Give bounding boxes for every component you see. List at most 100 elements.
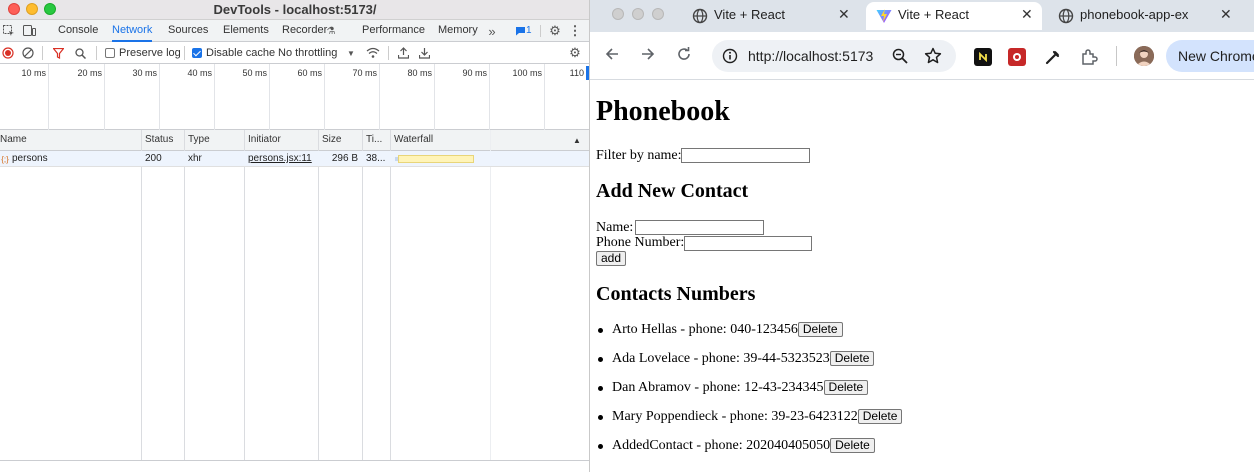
tab-performance[interactable]: Performance	[362, 20, 425, 42]
new-chrome-label: New Chrome	[1178, 48, 1254, 64]
tab-elements[interactable]: Elements	[223, 20, 269, 42]
browser-tab-strip: Vite + React ✕ Vite + React ✕ phonebook-…	[590, 0, 1254, 32]
browser-tab-title: Vite + React	[714, 7, 785, 22]
clear-icon[interactable]	[22, 47, 34, 59]
table-row[interactable]: {;} persons 200 xhr persons.jsx:11 296 B…	[0, 151, 589, 167]
column-status[interactable]: Status	[141, 130, 184, 151]
zoom-icon[interactable]	[892, 48, 908, 64]
list-item: Arto Hellas - phone: 040-123456 Delete	[598, 322, 843, 338]
network-overview-timeline[interactable]: 10 ms 20 ms 30 ms 40 ms 50 ms 60 ms 70 m…	[0, 64, 589, 130]
filter-icon[interactable]	[52, 47, 64, 59]
column-size[interactable]: Size	[318, 130, 362, 151]
preserve-log-checkbox[interactable]	[105, 48, 115, 58]
chevron-down-icon[interactable]: ▼	[346, 48, 356, 58]
gear-icon[interactable]: ⚙	[548, 23, 562, 38]
column-name[interactable]: Name	[0, 130, 140, 151]
filter-input[interactable]	[681, 148, 810, 163]
issues-count[interactable]: 1	[526, 20, 532, 42]
close-tab-icon[interactable]: ✕	[1021, 6, 1033, 23]
inspect-element-icon[interactable]	[2, 24, 16, 38]
new-chrome-button[interactable]: New Chrome	[1166, 40, 1254, 72]
devtools-title: DevTools - localhost:5173/	[213, 2, 377, 17]
timeline-gridline	[269, 64, 270, 130]
column-waterfall[interactable]: Waterfall	[390, 130, 550, 151]
browser-tab-1[interactable]: Vite + React ✕	[682, 2, 860, 30]
disable-cache-label[interactable]: Disable cache	[206, 47, 275, 59]
timeline-gridline	[214, 64, 215, 130]
site-info-icon[interactable]	[722, 48, 738, 64]
preserve-log-label[interactable]: Preserve log	[119, 47, 181, 59]
eyedropper-icon[interactable]	[1044, 48, 1062, 66]
list-item: Dan Abramov - phone: 12-43-234345 Delete	[597, 380, 869, 396]
zoom-window-button[interactable]	[652, 8, 664, 20]
column-time[interactable]: Ti...	[362, 130, 390, 151]
request-time: 38...	[366, 153, 386, 164]
issues-icon[interactable]	[514, 25, 526, 37]
extensions-puzzle-icon[interactable]	[1080, 48, 1098, 66]
delete-button[interactable]: Delete	[797, 322, 843, 338]
extension-n-icon[interactable]	[974, 48, 992, 66]
forward-arrow-icon[interactable]	[640, 46, 656, 67]
browser-toolbar: http://localhost:5173 New Chrome	[590, 32, 1254, 80]
close-window-button[interactable]	[612, 8, 624, 20]
sort-ascending-icon[interactable]: ▲	[572, 135, 582, 145]
bookmark-star-icon[interactable]	[924, 47, 942, 65]
record-icon[interactable]	[2, 47, 14, 59]
list-item: AddedContact - phone: 202040405050 Delete	[598, 438, 875, 454]
delete-button[interactable]: Delete	[823, 380, 869, 396]
column-type[interactable]: Type	[184, 130, 244, 151]
browser-tab-3[interactable]: phonebook-app-ex ✕	[1048, 2, 1248, 30]
request-initiator-link[interactable]: persons.jsx:11	[244, 151, 318, 167]
reload-icon[interactable]	[676, 46, 692, 67]
timeline-tick: 20 ms	[77, 68, 102, 78]
request-name: persons	[12, 153, 48, 164]
timeline-gridline	[104, 64, 105, 130]
kebab-menu-icon[interactable]: ⋮	[569, 23, 582, 38]
tab-sources[interactable]: Sources	[168, 20, 208, 42]
network-status-bar	[0, 460, 589, 472]
name-input[interactable]	[635, 220, 764, 235]
profile-avatar[interactable]	[1134, 46, 1154, 66]
phone-row: Phone Number:	[596, 235, 684, 251]
column-initiator[interactable]: Initiator	[244, 130, 318, 151]
minimize-window-button[interactable]	[632, 8, 644, 20]
network-conditions-icon[interactable]	[366, 46, 380, 60]
tab-console[interactable]: Console	[58, 20, 98, 42]
delete-button[interactable]: Delete	[857, 409, 903, 425]
back-arrow-icon[interactable]	[604, 46, 620, 67]
tab-memory[interactable]: Memory	[438, 20, 478, 42]
disable-cache-checkbox[interactable]	[192, 48, 202, 58]
search-icon[interactable]	[74, 47, 86, 59]
import-har-icon[interactable]	[397, 46, 409, 60]
device-toolbar-icon[interactable]	[22, 24, 36, 38]
request-status: 200	[145, 153, 162, 164]
throttling-select[interactable]: No throttling	[278, 47, 337, 59]
contact-text: Arto Hellas - phone: 040-123456	[612, 322, 798, 337]
list-item: Ada Lovelace - phone: 39-44-5323523 Delet…	[597, 351, 875, 367]
timeline-gridline	[48, 64, 49, 130]
delete-button[interactable]: Delete	[829, 351, 875, 367]
divider	[540, 25, 541, 37]
divider	[1116, 46, 1117, 66]
more-tabs-icon[interactable]: »	[485, 23, 499, 39]
close-tab-icon[interactable]: ✕	[838, 6, 850, 23]
tab-recorder[interactable]: Recorder	[282, 20, 327, 42]
close-tab-icon[interactable]: ✕	[1220, 6, 1232, 23]
table-header: Name Status Type Initiator Size Ti... Wa…	[0, 130, 589, 151]
contact-text: Dan Abramov - phone: 12-43-234345	[612, 380, 824, 395]
network-settings-gear-icon[interactable]: ⚙	[568, 45, 582, 60]
tab-network[interactable]: Network	[112, 20, 153, 42]
add-button[interactable]: add	[596, 251, 627, 267]
delete-button[interactable]: Delete	[830, 438, 875, 454]
column-divider	[362, 130, 363, 460]
name-label: Name:	[596, 220, 634, 235]
timeline-tick: 30 ms	[132, 68, 157, 78]
extension-red-icon[interactable]	[1008, 48, 1026, 66]
phone-input[interactable]	[684, 236, 812, 251]
export-har-icon[interactable]	[418, 46, 430, 60]
column-divider	[318, 130, 319, 460]
browser-tab-2[interactable]: Vite + React ✕	[866, 2, 1042, 30]
list-item: Mary Poppendieck - phone: 39-23-6423122 D…	[597, 409, 903, 425]
address-bar[interactable]: http://localhost:5173	[712, 40, 956, 72]
phone-label: Phone Number:	[596, 235, 685, 250]
